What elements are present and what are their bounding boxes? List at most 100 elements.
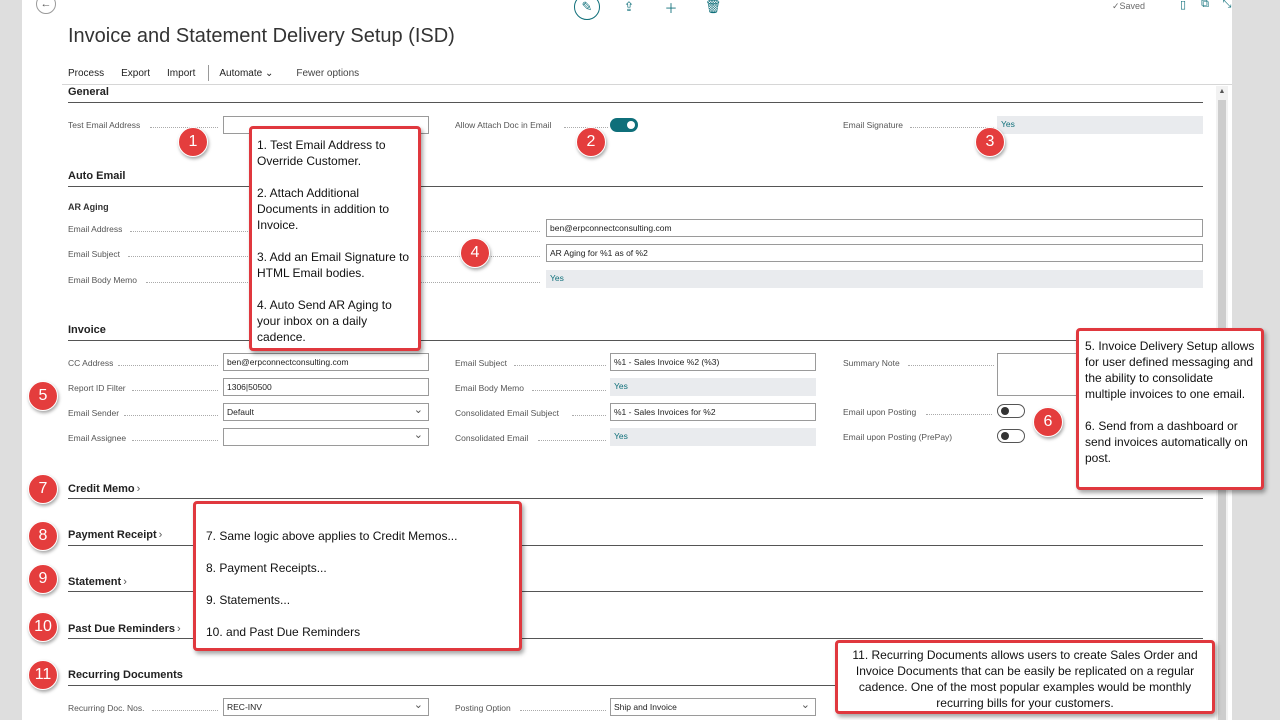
section-rule: [68, 498, 1203, 499]
ar-email-address-field[interactable]: ben@erpconnectconsulting.com: [546, 219, 1203, 237]
label-dots: [152, 710, 218, 711]
email-signature-label: Email Signature: [843, 120, 904, 130]
badge-8: 8: [28, 521, 58, 551]
email-sender-label: Email Sender: [68, 408, 120, 418]
ar-email-subject-field[interactable]: AR Aging for %1 as of %2: [546, 244, 1203, 262]
recurring-doc-nos-select[interactable]: REC-INV: [223, 698, 429, 716]
report-id-label: Report ID Filter: [68, 383, 126, 393]
email-upon-posting-label: Email upon Posting: [843, 407, 917, 417]
callout-text: 6. Send from a dashboard or send invoice…: [1085, 419, 1248, 465]
saved-status: ✓Saved: [1112, 1, 1146, 11]
badge-9: 9: [28, 564, 58, 594]
summary-note-textarea[interactable]: [997, 353, 1077, 396]
section-general[interactable]: General: [68, 86, 109, 98]
report-id-field[interactable]: 1306|50500: [223, 378, 429, 396]
callout-text: 4. Auto Send AR Aging to your inbox on a…: [257, 298, 392, 344]
toolbar-divider: [62, 84, 1232, 85]
plus-icon[interactable]: ＋: [658, 0, 684, 20]
summary-note-label: Summary Note: [843, 358, 900, 368]
label-dots: [926, 414, 992, 415]
email-upon-posting-prepay-toggle[interactable]: [997, 429, 1025, 443]
bookmark-icon[interactable]: ▯: [1172, 0, 1194, 11]
badge-4: 4: [460, 238, 490, 268]
recurring-doc-nos-label: Recurring Doc. Nos.: [68, 703, 145, 713]
scroll-up-arrow-icon[interactable]: ▲: [1216, 86, 1228, 98]
inv-body-memo-value[interactable]: Yes: [610, 378, 816, 396]
inv-body-memo-label: Email Body Memo: [455, 383, 524, 393]
callout-text: 9. Statements...: [206, 593, 291, 607]
cons-subject-label: Consolidated Email Subject: [455, 408, 559, 418]
ar-email-address-label: Email Address: [68, 224, 123, 234]
delete-icon[interactable]: 🗑: [700, 0, 726, 20]
left-background: [0, 0, 22, 720]
label-dots: [532, 390, 606, 391]
callout-text: 5. Invoice Delivery Setup allows for use…: [1085, 339, 1255, 401]
email-upon-posting-toggle[interactable]: [997, 404, 1025, 418]
posting-option-select[interactable]: Ship and Invoice: [610, 698, 816, 716]
page-title: Invoice and Statement Delivery Setup (IS…: [68, 25, 455, 47]
ar-body-memo-label: Email Body Memo: [68, 275, 137, 285]
callout-invoice-notes: 5. Invoice Delivery Setup allows for use…: [1076, 328, 1264, 490]
badge-10: 10: [28, 612, 58, 642]
ar-body-memo-value[interactable]: Yes: [546, 270, 1203, 288]
cc-address-label: CC Address: [68, 358, 114, 368]
chevron-right-icon: ›: [158, 529, 163, 541]
email-signature-value[interactable]: Yes: [997, 116, 1203, 134]
section-auto-email[interactable]: Auto Email: [68, 170, 125, 182]
callout-text: 3. Add an Email Signature to HTML Email …: [257, 250, 410, 280]
label-dots: [514, 365, 606, 366]
allow-attach-toggle[interactable]: [610, 118, 638, 132]
section-recurring[interactable]: Recurring Documents: [68, 669, 183, 681]
badge-6: 6: [1033, 407, 1063, 437]
cc-address-field[interactable]: ben@erpconnectconsulting.com: [223, 353, 429, 371]
process-action[interactable]: Process: [68, 68, 104, 79]
label-dots: [132, 390, 218, 391]
section-credit-memo[interactable]: Credit Memo ›: [68, 483, 140, 495]
section-statement[interactable]: Statement ›: [68, 576, 127, 588]
label-dots: [520, 710, 606, 711]
section-invoice[interactable]: Invoice: [68, 324, 106, 336]
action-separator: [208, 65, 210, 81]
email-sender-select[interactable]: Default: [223, 403, 429, 421]
label-dots: [538, 440, 606, 441]
badge-5: 5: [28, 381, 58, 411]
label-dots: [150, 127, 218, 128]
label-dots: [132, 440, 218, 441]
import-action[interactable]: Import: [167, 68, 195, 79]
callout-general-notes: 1. Test Email Address to Override Custom…: [249, 126, 421, 351]
cons-email-value[interactable]: Yes: [610, 428, 816, 446]
chevron-right-icon: ›: [176, 623, 181, 635]
collapse-icon[interactable]: ⤡: [1216, 0, 1238, 11]
section-payment-receipt[interactable]: Payment Receipt ›: [68, 529, 162, 541]
inv-email-subject-label: Email Subject: [455, 358, 507, 368]
badge-3: 3: [975, 127, 1005, 157]
callout-text: 11. Recurring Documents allows users to …: [852, 648, 1198, 710]
window-tools: ▯ ⧉ ⤡: [1172, 0, 1238, 11]
cons-subject-field[interactable]: %1 - Sales Invoices for %2: [610, 403, 816, 421]
callout-text: 8. Payment Receipts...: [206, 561, 327, 575]
callout-recurring-notes: 11. Recurring Documents allows users to …: [835, 640, 1215, 714]
fewer-options-action[interactable]: Fewer options: [296, 68, 359, 79]
automate-action[interactable]: Automate ⌄: [219, 68, 273, 79]
chevron-right-icon: ›: [136, 483, 141, 495]
test-email-label: Test Email Address: [68, 120, 141, 130]
open-new-window-icon[interactable]: ⧉: [1194, 0, 1216, 11]
export-action[interactable]: Export: [121, 68, 150, 79]
callout-text: 1. Test Email Address to Override Custom…: [257, 138, 386, 168]
email-assignee-label: Email Assignee: [68, 433, 127, 443]
share-icon[interactable]: ⇪: [616, 0, 642, 20]
section-past-due[interactable]: Past Due Reminders ›: [68, 623, 181, 635]
badge-1: 1: [178, 127, 208, 157]
allow-attach-label: Allow Attach Doc in Email: [455, 120, 552, 130]
action-bar: Process Export Import Automate ⌄ Fewer o…: [68, 65, 376, 81]
section-rule: [68, 186, 1203, 187]
callout-text: 10. and Past Due Reminders: [206, 625, 361, 639]
label-dots: [124, 415, 218, 416]
label-dots: [908, 365, 994, 366]
callout-text: 2. Attach Additional Documents in additi…: [257, 186, 390, 232]
inv-email-subject-field[interactable]: %1 - Sales Invoice %2 (%3): [610, 353, 816, 371]
ar-email-subject-label: Email Subject: [68, 249, 120, 259]
section-rule: [68, 340, 1078, 341]
edit-icon[interactable]: ✎: [574, 0, 600, 20]
email-assignee-select[interactable]: [223, 428, 429, 446]
